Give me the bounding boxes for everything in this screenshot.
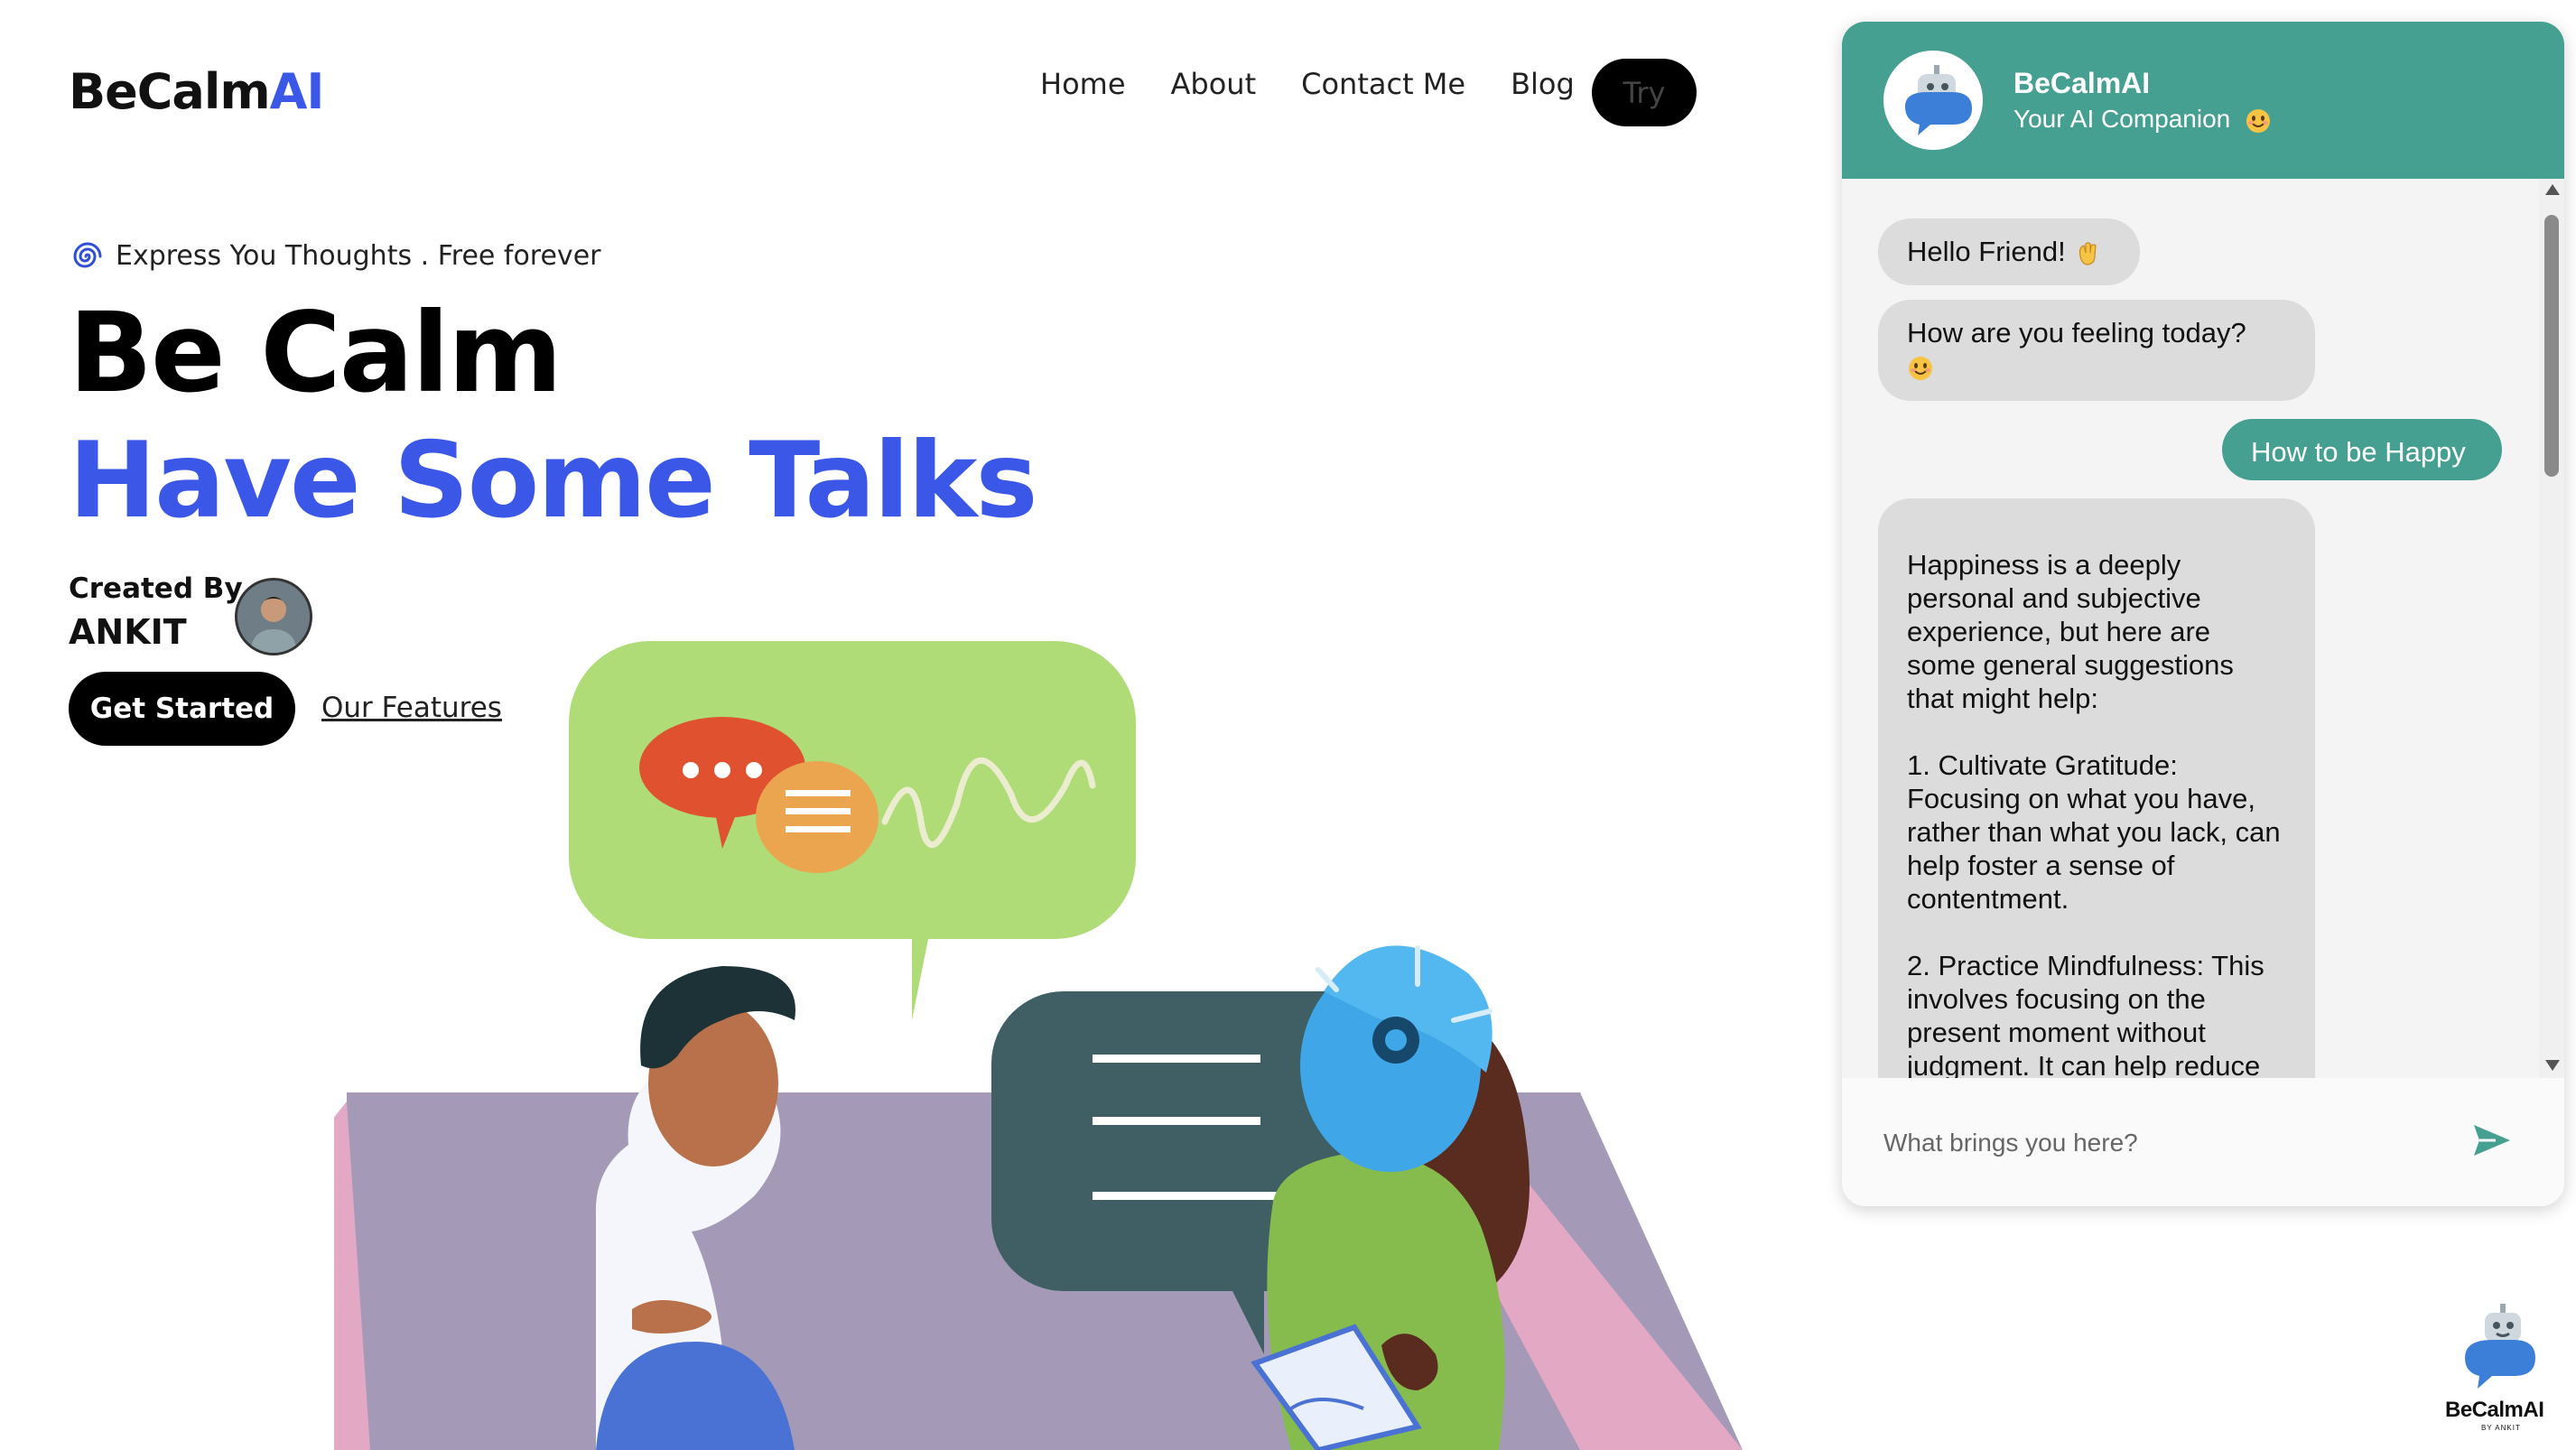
scroll-up-arrow[interactable] [2545,184,2560,195]
chatbot-launcher[interactable]: BeCalmAI BY ANKIT [2438,1300,2564,1436]
spiral-icon [73,242,102,267]
bot-message: How are you feeling today? [1878,300,2315,401]
creator-avatar [235,578,312,655]
chat-subtitle: Your AI Companion [2013,105,2272,135]
user-message: How to be Happy [2222,419,2502,480]
tagline: Express You Thoughts . Free forever [72,240,600,272]
bot-message: Hello Friend! [1878,218,2140,285]
main-nav: Home About Contact Me Blog [1040,67,1620,101]
badge-sub-label: BY ANKIT [2481,1424,2521,1432]
try-button[interactable]: Try [1592,59,1697,126]
brand-name-part1: BeCalm [69,63,271,120]
nav-about-link[interactable]: About [1171,67,1257,101]
nav-home-link[interactable]: Home [1040,67,1126,101]
chat-input[interactable] [1882,1111,2445,1176]
scroll-down-arrow[interactable] [2545,1060,2560,1071]
badge-label: BeCalmAI [2445,1398,2544,1422]
chat-title: BeCalmAI [2013,67,2151,99]
creator-name: ANKIT [69,612,187,652]
get-started-button[interactable]: Get Started [69,672,295,746]
chat-header: BeCalmAI Your AI Companion [1842,22,2564,179]
robot-icon [1905,65,1972,135]
chat-input-bar [1842,1078,2564,1206]
chat-scrollbar[interactable] [2539,179,2564,1078]
chat-messages[interactable]: Hello Friend! How are you feeling today?… [1842,179,2564,1078]
headline-line1: Be Calm [69,289,563,417]
brand-logo[interactable]: BeCalmAI [69,63,325,120]
created-by-label: Created By [69,572,243,605]
brand-name-part2: AI [269,63,325,120]
tagline-text: Express You Thoughts . Free forever [116,240,601,272]
nav-contact-link[interactable]: Contact Me [1301,67,1465,101]
smiling-face-icon [2246,108,2271,133]
chat-subtitle-text: Your AI Companion [2013,105,2231,133]
nav-blog-link[interactable]: Blog [1511,67,1575,101]
headline-line2: Have Some Talks [69,420,1038,542]
chat-widget: BeCalmAI Your AI Companion Hello Friend!… [1842,22,2564,1206]
therapy-session-illustration [334,641,1743,1450]
bot-message: Happiness is a deeply personal and subje… [1878,498,2315,1078]
bot-avatar [1883,51,1983,150]
scroll-thumb[interactable] [2544,215,2559,477]
smiling-face-icon [1909,356,1932,380]
robot-icon [2465,1304,2535,1389]
send-icon[interactable] [2469,1118,2514,1163]
waving-hand-icon [2079,242,2097,265]
